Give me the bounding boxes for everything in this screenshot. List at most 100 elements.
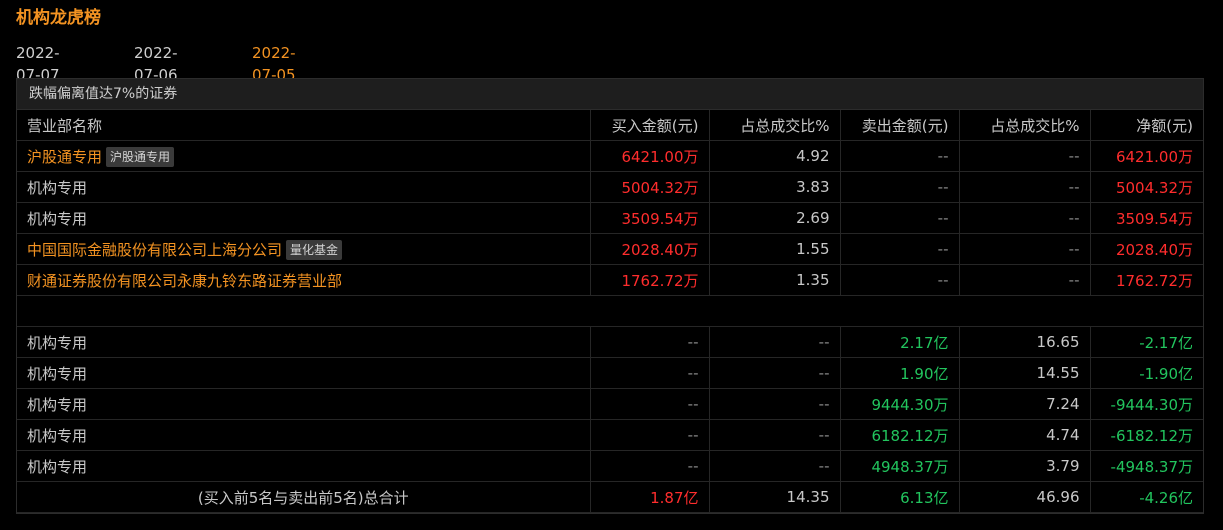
sell-amount: 1.90亿 <box>840 357 960 389</box>
branch-name: 机构专用 <box>27 178 88 197</box>
buy-pct: 3.83 <box>709 171 841 203</box>
sell-amount: -- <box>840 140 960 172</box>
net-amount: 6421.00万 <box>1090 140 1203 172</box>
sell-pct: -- <box>959 233 1091 265</box>
sell-amount: 4948.37万 <box>840 450 960 482</box>
table-row: 沪股通专用 沪股通专用 6421.00万 4.92 -- -- 6421.00万 <box>17 140 1203 172</box>
sell-amount: 2.17亿 <box>840 326 960 358</box>
buy-pct: -- <box>709 419 841 451</box>
net-amount: -1.90亿 <box>1090 357 1203 389</box>
header-buy-pct: 占总成交比% <box>709 110 841 141</box>
net-amount: 5004.32万 <box>1090 171 1203 203</box>
sell-amount: 6182.12万 <box>840 419 960 451</box>
branch-tag: 沪股通专用 <box>106 146 175 167</box>
net-amount: 2028.40万 <box>1090 233 1203 265</box>
net-amount: -9444.30万 <box>1090 388 1203 420</box>
table-row: 财通证券股份有限公司永康九铃东路证券营业部 1762.72万 1.35 -- -- 176… <box>17 264 1203 296</box>
sell-pct: 4.74 <box>959 419 1091 451</box>
net-amount: 3509.54万 <box>1090 202 1203 234</box>
net-amount: -6182.12万 <box>1090 419 1203 451</box>
branch-name-cell: 沪股通专用 沪股通专用 <box>17 140 591 172</box>
buy-amount: -- <box>590 450 710 482</box>
buy-pct: -- <box>709 388 841 420</box>
buy-amount: 5004.32万 <box>590 171 710 203</box>
branch-name[interactable]: 财通证券股份有限公司永康九铃东路证券营业部 <box>27 272 342 290</box>
buy-amount: -- <box>590 388 710 420</box>
branch-name-cell: 中国国际金融股份有限公司上海分公司 量化基金 <box>17 233 591 265</box>
buy-amount: -- <box>590 419 710 451</box>
branch-name[interactable]: 中国国际金融股份有限公司上海分公司 <box>27 241 282 259</box>
branch-name: 机构专用 <box>27 364 88 383</box>
sell-pct: 14.55 <box>959 357 1091 389</box>
lhb-panel: 跌幅偏离值达7%的证券 营业部名称 买入金额(元) 占总成交比% 卖出金额(元)… <box>16 78 1204 514</box>
table-row: 机构专用 -- -- 1.90亿 14.55 -1.90亿 <box>17 357 1203 389</box>
table-row: 中国国际金融股份有限公司上海分公司 量化基金 2028.40万 1.55 -- -- 202… <box>17 233 1203 265</box>
buy-amount: 2028.40万 <box>590 233 710 265</box>
table-row: 机构专用 -- -- 9444.30万 7.24 -9444.30万 <box>17 388 1203 420</box>
section-title: 跌幅偏离值达7%的证券 <box>17 79 1203 110</box>
sell-amount: 9444.30万 <box>840 388 960 420</box>
buy-amount: 1762.72万 <box>590 264 710 296</box>
separator-row <box>17 295 1203 327</box>
lhb-table: 营业部名称 买入金额(元) 占总成交比% 卖出金额(元) 占总成交比% 净额(元… <box>17 110 1203 513</box>
branch-tag: 量化基金 <box>286 239 343 260</box>
total-label: (买入前5名与卖出前5名)总合计 <box>17 481 591 513</box>
branch-name-cell: 机构专用 <box>17 171 591 203</box>
table-header-row: 营业部名称 买入金额(元) 占总成交比% 卖出金额(元) 占总成交比% 净额(元… <box>17 110 1203 141</box>
header-name: 营业部名称 <box>17 110 591 141</box>
buy-pct: -- <box>709 326 841 358</box>
buy-amount: 6421.00万 <box>590 140 710 172</box>
net-amount: -2.17亿 <box>1090 326 1203 358</box>
branch-name-cell: 机构专用 <box>17 202 591 234</box>
table-row: 机构专用 -- -- 4948.37万 3.79 -4948.37万 <box>17 450 1203 482</box>
total-sell-pct: 46.96 <box>959 481 1091 513</box>
buy-amount: -- <box>590 326 710 358</box>
header-buy: 买入金额(元) <box>590 110 710 141</box>
buy-amount: 3509.54万 <box>590 202 710 234</box>
sell-pct: -- <box>959 140 1091 172</box>
buy-pct: 2.69 <box>709 202 841 234</box>
total-net: -4.26亿 <box>1090 481 1203 513</box>
buy-amount: -- <box>590 357 710 389</box>
separator-cell <box>17 295 1203 327</box>
buy-pct: 4.92 <box>709 140 841 172</box>
sell-pct: -- <box>959 202 1091 234</box>
branch-name: 机构专用 <box>27 395 88 414</box>
buy-pct: 1.55 <box>709 233 841 265</box>
branch-name-cell: 机构专用 <box>17 357 591 389</box>
branch-name[interactable]: 沪股通专用 <box>27 148 102 166</box>
branch-name-cell: 机构专用 <box>17 388 591 420</box>
branch-name-cell: 机构专用 <box>17 450 591 482</box>
table-body: 沪股通专用 沪股通专用 6421.00万 4.92 -- -- 6421.00万 机构专用 50… <box>17 140 1203 513</box>
header-net: 净额(元) <box>1090 110 1203 141</box>
sell-pct: 16.65 <box>959 326 1091 358</box>
header-sell: 卖出金额(元) <box>840 110 960 141</box>
net-amount: 1762.72万 <box>1090 264 1203 296</box>
table-row: 机构专用 5004.32万 3.83 -- -- 5004.32万 <box>17 171 1203 203</box>
branch-name-cell: 机构专用 <box>17 419 591 451</box>
buy-pct: -- <box>709 450 841 482</box>
sell-amount: -- <box>840 233 960 265</box>
total-sell: 6.13亿 <box>840 481 960 513</box>
sell-pct: 7.24 <box>959 388 1091 420</box>
page-title: 机构龙虎榜 <box>16 8 101 28</box>
sell-pct: -- <box>959 171 1091 203</box>
buy-pct: -- <box>709 357 841 389</box>
branch-name: 机构专用 <box>27 426 88 445</box>
sell-amount: -- <box>840 264 960 296</box>
table-row: 机构专用 -- -- 6182.12万 4.74 -6182.12万 <box>17 419 1203 451</box>
branch-name: 机构专用 <box>27 209 88 228</box>
header-sell-pct: 占总成交比% <box>959 110 1091 141</box>
branch-name: 机构专用 <box>27 333 88 352</box>
branch-name: 机构专用 <box>27 457 88 476</box>
net-amount: -4948.37万 <box>1090 450 1203 482</box>
table-row: 机构专用 -- -- 2.17亿 16.65 -2.17亿 <box>17 326 1203 358</box>
table-row: 机构专用 3509.54万 2.69 -- -- 3509.54万 <box>17 202 1203 234</box>
sell-amount: -- <box>840 171 960 203</box>
total-row: (买入前5名与卖出前5名)总合计 1.87亿 14.35 6.13亿 46.96 -4.2… <box>17 481 1203 513</box>
total-buy-pct: 14.35 <box>709 481 841 513</box>
total-buy: 1.87亿 <box>590 481 710 513</box>
buy-pct: 1.35 <box>709 264 841 296</box>
branch-name-cell: 财通证券股份有限公司永康九铃东路证券营业部 <box>17 264 591 296</box>
sell-amount: -- <box>840 202 960 234</box>
